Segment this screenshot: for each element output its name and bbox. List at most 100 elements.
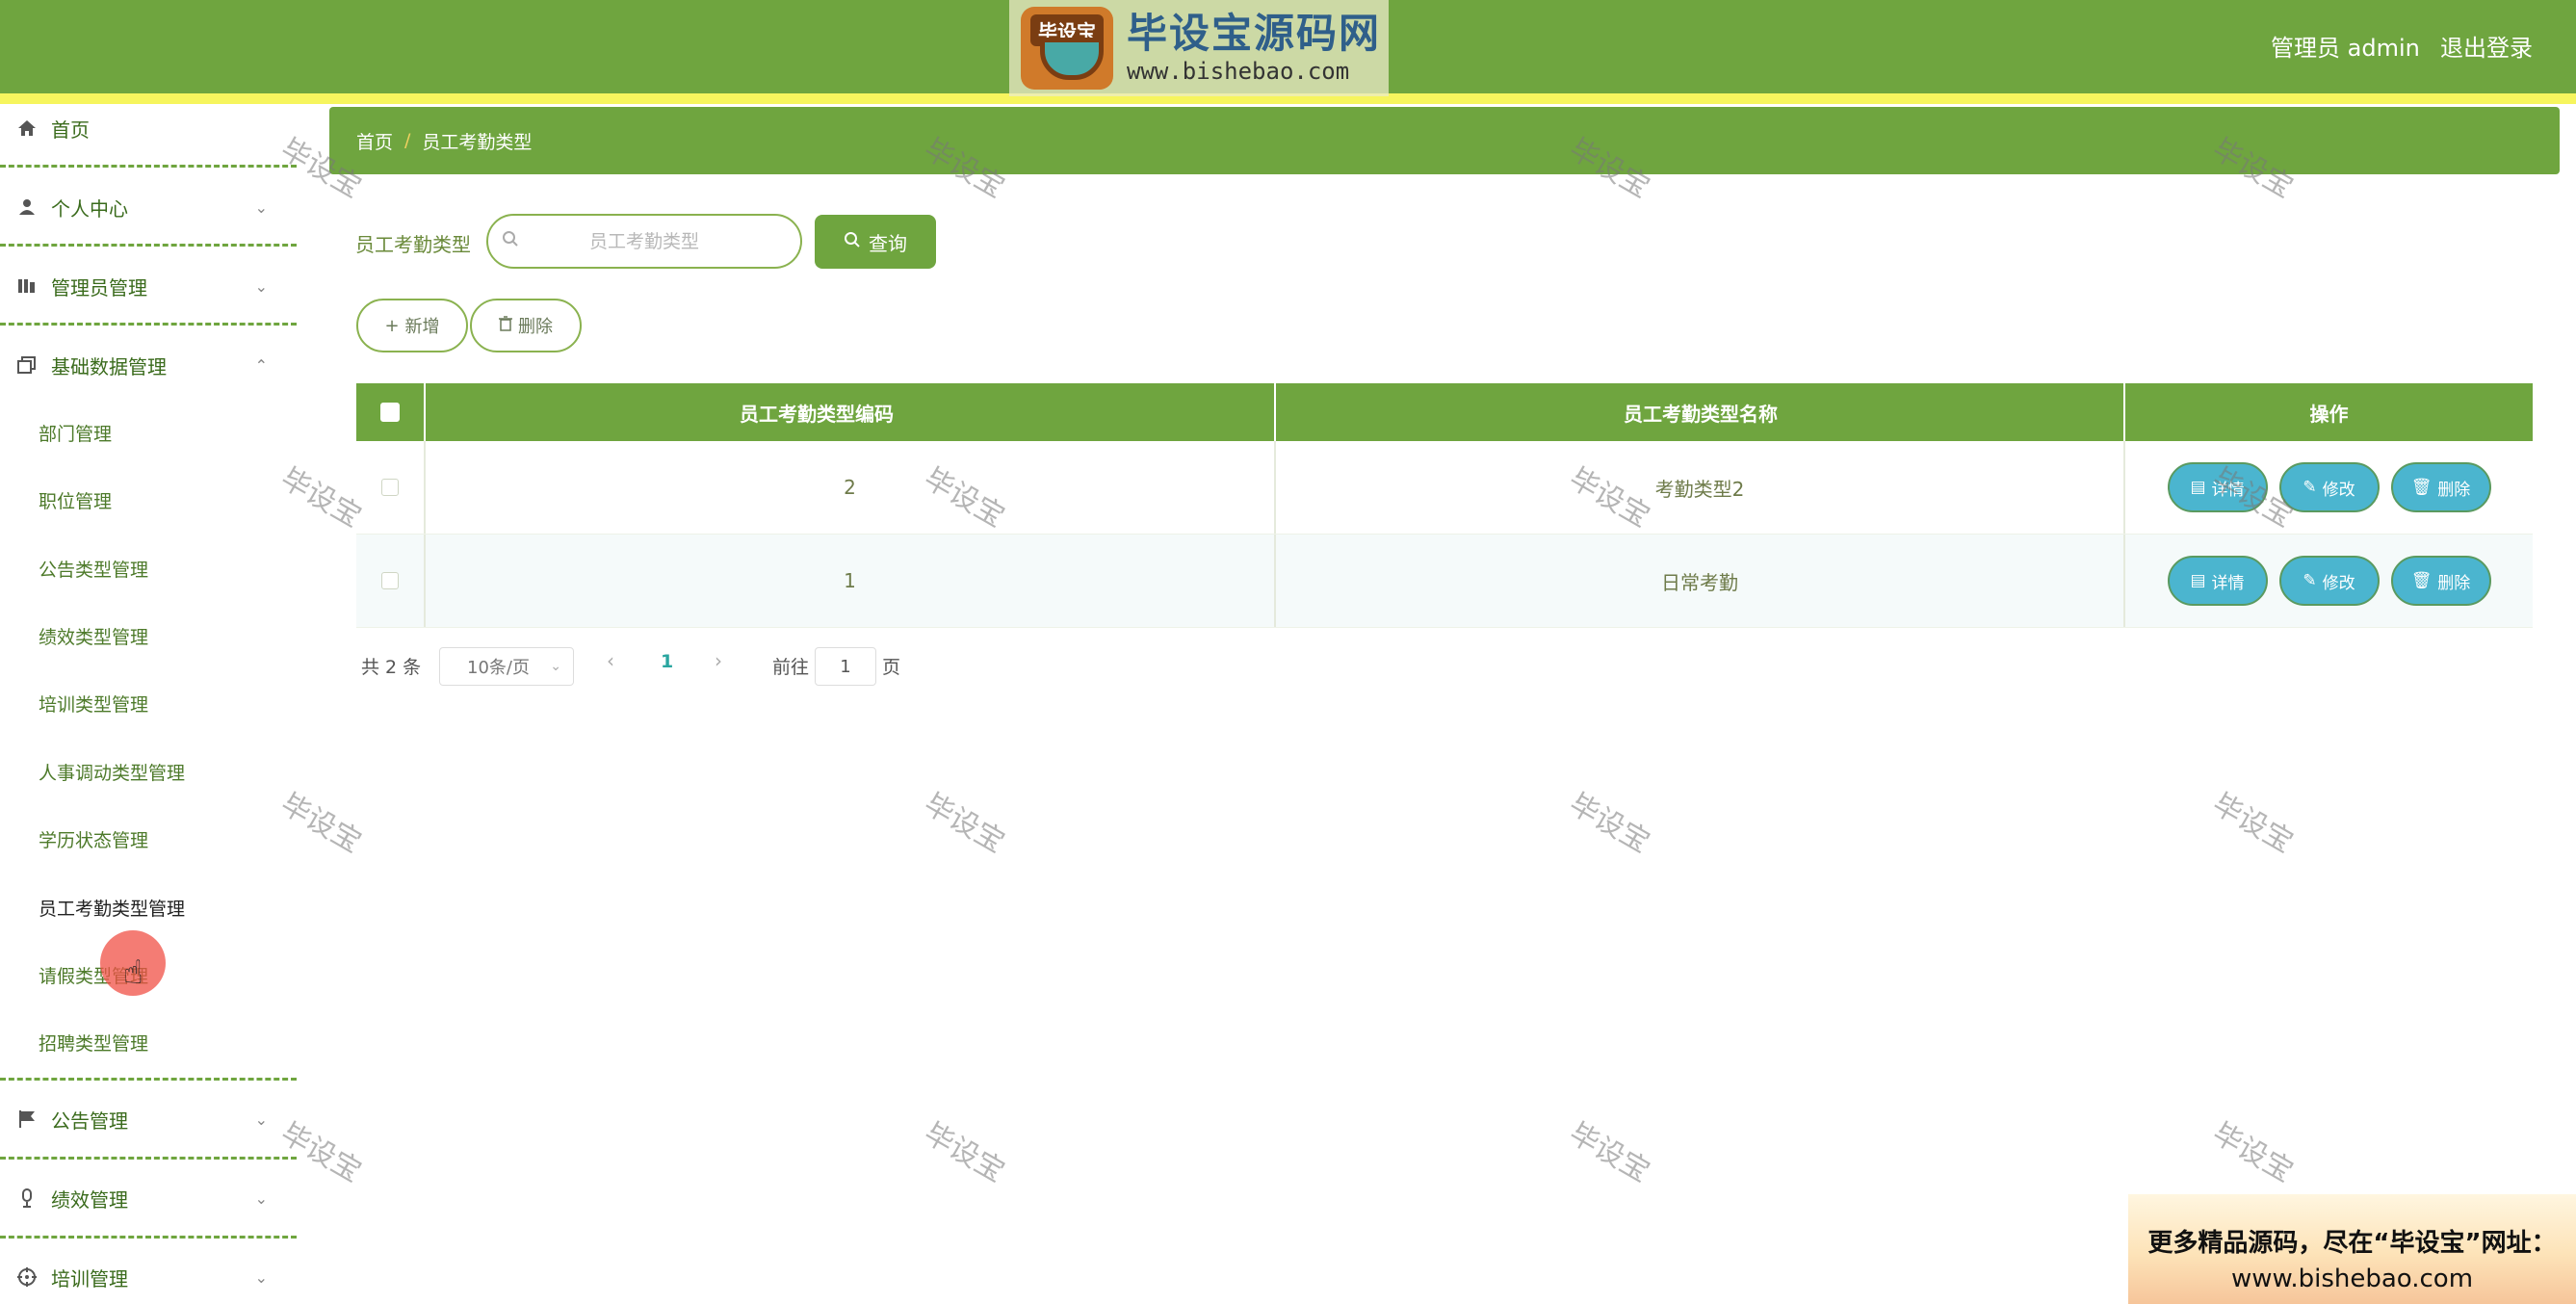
goto-label: 前往 bbox=[772, 656, 810, 678]
add-button[interactable]: + 新增 bbox=[356, 299, 468, 352]
sidebar-item-label: 基础数据管理 bbox=[51, 354, 167, 378]
sidebar-sub-item-transfer-type[interactable]: 人事调动类型管理 bbox=[39, 759, 185, 788]
pagination-total: 共 2 条 bbox=[361, 656, 422, 678]
sidebar-divider bbox=[0, 244, 297, 247]
sidebar-divider bbox=[0, 323, 297, 326]
pencil-icon: ✎ bbox=[2303, 571, 2317, 590]
sidebar-divider bbox=[0, 1078, 297, 1081]
goto-suffix: 页 bbox=[882, 656, 901, 678]
edit-button[interactable]: ✎ 修改 bbox=[2278, 462, 2380, 512]
column-header-code[interactable]: 员工考勤类型编码 bbox=[426, 383, 1208, 441]
sidebar-item-notice-management[interactable]: 公告管理 ⌄ bbox=[0, 1095, 297, 1143]
chevron-up-icon: ⌃ bbox=[254, 355, 268, 375]
search-icon bbox=[844, 230, 861, 253]
document-icon: ▤ bbox=[2190, 571, 2206, 590]
chevron-down-icon: ⌄ bbox=[254, 197, 268, 217]
breadcrumb-home[interactable]: 首页 bbox=[356, 128, 393, 154]
document-icon: ▤ bbox=[2190, 478, 2206, 497]
flag-icon bbox=[16, 1109, 38, 1129]
sidebar-divider bbox=[0, 1236, 297, 1239]
cell-actions: ▤ 详情 ✎ 修改 🗑 删除 bbox=[2125, 441, 2533, 534]
sidebar-item-label: 个人中心 bbox=[51, 196, 128, 221]
search-input[interactable] bbox=[519, 230, 769, 252]
prev-page-icon[interactable]: ‹ bbox=[607, 649, 614, 672]
delete-button-label: 删除 bbox=[2437, 573, 2471, 593]
query-button[interactable]: 查询 bbox=[815, 215, 936, 269]
promo-banner: 更多精品源码，尽在“毕设宝”网址： www.bishebao.com bbox=[2128, 1194, 2576, 1304]
sidebar-item-label: 管理员管理 bbox=[51, 275, 147, 300]
cell-code: 2 bbox=[844, 476, 856, 499]
sidebar-item-home[interactable]: 首页 bbox=[0, 104, 297, 152]
page-size-value: 10条/页 bbox=[467, 658, 530, 678]
sidebar-item-basic-data-management[interactable]: 基础数据管理 ⌃ bbox=[0, 341, 297, 389]
sidebar-sub-item-performance-type[interactable]: 绩效类型管理 bbox=[39, 623, 148, 652]
page-size-select[interactable]: 10条/页 ⌄ bbox=[439, 647, 574, 686]
column-header-name[interactable]: 员工考勤类型名称 bbox=[1276, 383, 2125, 441]
sidebar-sub-item-attendance-type[interactable]: 员工考勤类型管理 bbox=[39, 895, 185, 924]
watermark: 毕设宝 bbox=[918, 787, 1010, 860]
detail-button[interactable]: ▤ 详情 bbox=[2167, 462, 2268, 512]
copy-icon bbox=[16, 355, 38, 375]
sidebar-sub-item-position[interactable]: 职位管理 bbox=[39, 487, 112, 516]
sidebar-divider bbox=[0, 1157, 297, 1160]
edit-button-label: 修改 bbox=[2322, 573, 2355, 593]
batch-delete-button[interactable]: 删除 bbox=[470, 299, 582, 352]
watermark: 毕设宝 bbox=[2206, 787, 2299, 860]
select-all-checkbox[interactable] bbox=[380, 403, 400, 422]
chevron-down-icon: ⌄ bbox=[254, 1109, 268, 1129]
chevron-down-icon: ⌄ bbox=[254, 276, 268, 296]
row-checkbox[interactable] bbox=[381, 479, 399, 496]
table-row: 1 日常考勤 ▤ 详情 ✎ 修改 🗑 删除 bbox=[356, 535, 2533, 628]
sidebar-item-training-management[interactable]: 培训管理 ⌄ bbox=[0, 1253, 297, 1301]
sidebar-item-performance-management[interactable]: 绩效管理 ⌄ bbox=[0, 1174, 297, 1222]
pencil-icon: ✎ bbox=[2303, 478, 2317, 497]
sidebar-sub-item-education-status[interactable]: 学历状态管理 bbox=[39, 826, 148, 855]
search-icon bbox=[502, 230, 519, 252]
search-field[interactable] bbox=[486, 214, 802, 269]
column-header-actions: 操作 bbox=[2309, 402, 2349, 426]
row-checkbox[interactable] bbox=[381, 572, 399, 589]
cell-actions: ▤ 详情 ✎ 修改 🗑 删除 bbox=[2125, 535, 2533, 627]
header-select-all[interactable] bbox=[356, 383, 424, 441]
delete-button[interactable]: 🗑 删除 bbox=[2390, 556, 2491, 606]
trash-icon: 🗑 bbox=[2410, 478, 2433, 497]
cell-name: 日常考勤 bbox=[1661, 570, 1738, 594]
delete-button[interactable]: 🗑 删除 bbox=[2390, 462, 2491, 512]
delete-button-label: 删除 bbox=[2437, 480, 2471, 500]
sidebar-sub-item-training-type[interactable]: 培训类型管理 bbox=[39, 691, 148, 719]
sidebar-sub-item-department[interactable]: 部门管理 bbox=[39, 420, 112, 449]
watermark: 毕设宝 bbox=[1563, 1116, 1655, 1189]
next-page-icon[interactable]: › bbox=[715, 649, 722, 672]
watermark: 毕设宝 bbox=[918, 1116, 1010, 1189]
cell-name: 考勤类型2 bbox=[1654, 477, 1745, 501]
breadcrumb: 首页 / 员工考勤类型 bbox=[329, 107, 2560, 174]
add-button-label: 新增 bbox=[404, 317, 440, 337]
sidebar-item-label: 首页 bbox=[51, 117, 90, 142]
sidebar-item-label: 绩效管理 bbox=[51, 1187, 128, 1212]
table-row: 2 考勤类型2 ▤ 详情 ✎ 修改 🗑 删除 bbox=[356, 441, 2533, 535]
sidebar-sub-item-recruitment-type[interactable]: 招聘类型管理 bbox=[39, 1030, 148, 1058]
edit-button[interactable]: ✎ 修改 bbox=[2278, 556, 2380, 606]
query-button-label: 查询 bbox=[869, 231, 907, 255]
logo-url: www.bishebao.com bbox=[1127, 58, 1350, 85]
sidebar-item-personal-center[interactable]: 个人中心 ⌄ bbox=[0, 183, 297, 231]
edit-button-label: 修改 bbox=[2322, 480, 2355, 500]
sidebar-sub-item-notice-type[interactable]: 公告类型管理 bbox=[39, 556, 148, 585]
sidebar-item-label: 公告管理 bbox=[51, 1108, 128, 1133]
page-number-current[interactable]: 1 bbox=[661, 651, 673, 672]
promo-line-2: www.bishebao.com bbox=[2230, 1265, 2474, 1293]
detail-button[interactable]: ▤ 详情 bbox=[2167, 556, 2268, 606]
detail-button-label: 详情 bbox=[2211, 480, 2245, 500]
sidebar-item-admin-management[interactable]: 管理员管理 ⌄ bbox=[0, 262, 297, 310]
watermark: 毕设宝 bbox=[2206, 1116, 2299, 1189]
watermark: 毕设宝 bbox=[1563, 787, 1655, 860]
search-label: 员工考勤类型 bbox=[355, 233, 471, 256]
trash-icon bbox=[499, 315, 512, 336]
hand-cursor-icon: ☝ bbox=[123, 953, 143, 992]
logout-link[interactable]: 退出登录 bbox=[2440, 29, 2533, 63]
breadcrumb-current: 员工考勤类型 bbox=[422, 131, 533, 153]
goto-page-input[interactable]: 1 bbox=[815, 647, 876, 686]
batch-delete-button-label: 删除 bbox=[518, 317, 553, 337]
target-icon bbox=[16, 1267, 38, 1287]
breadcrumb-separator: / bbox=[404, 130, 411, 151]
